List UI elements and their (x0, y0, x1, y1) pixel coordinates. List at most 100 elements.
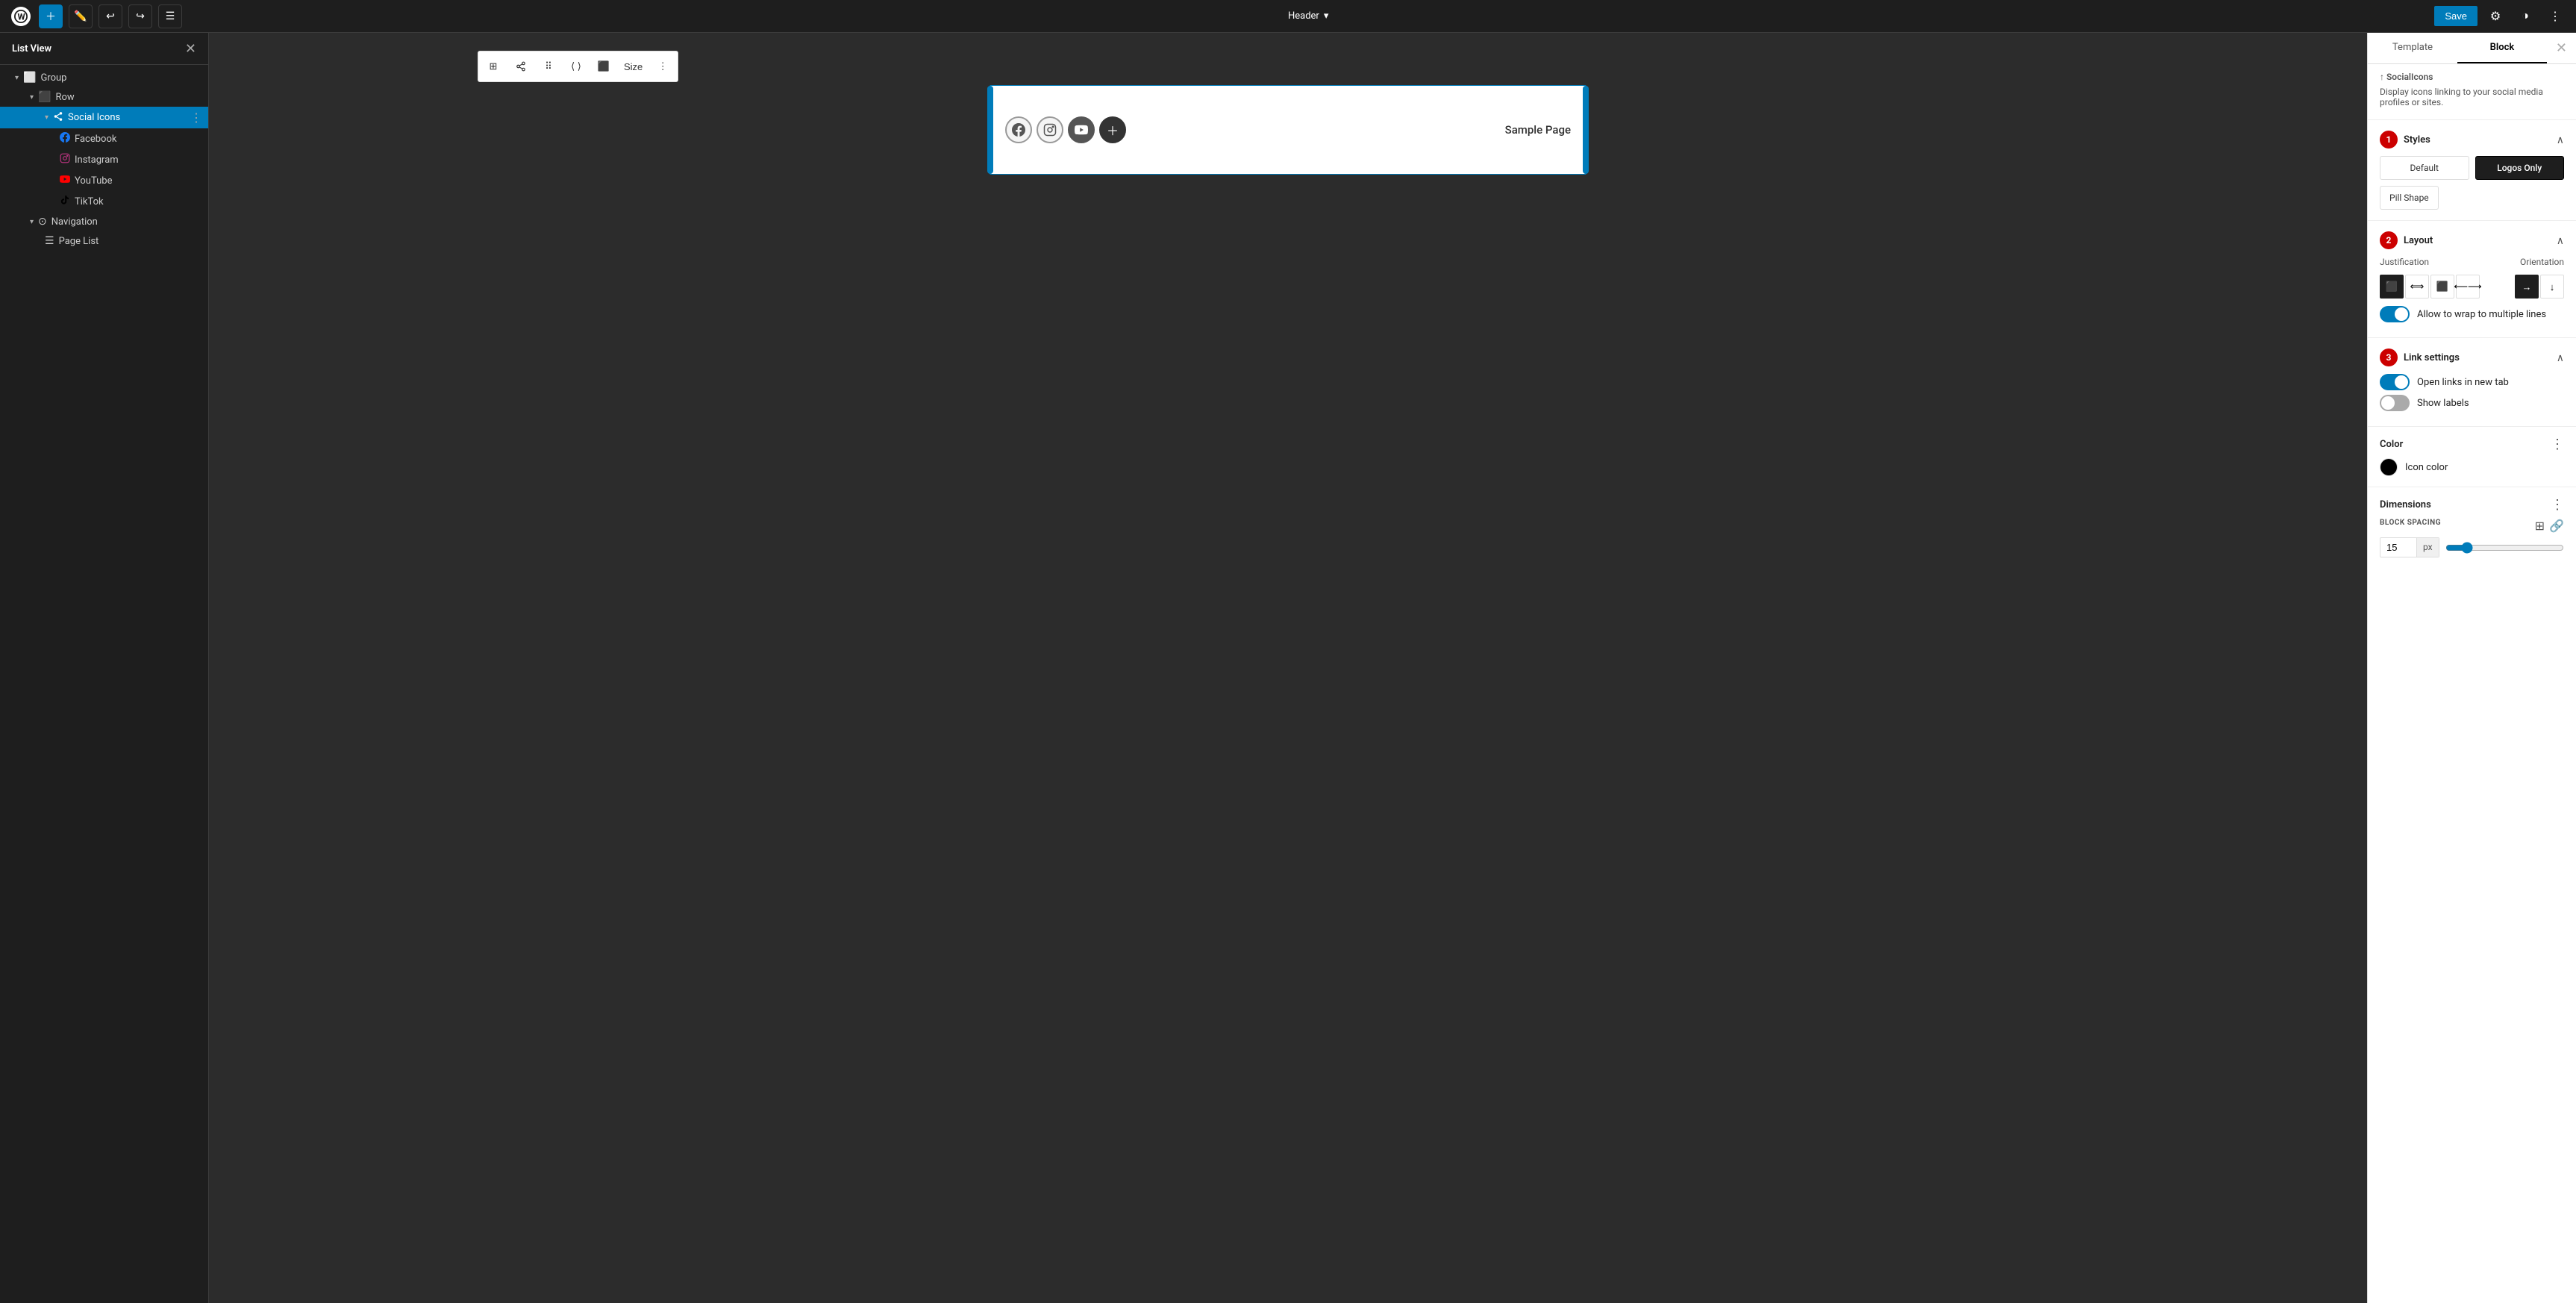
more-options-icon[interactable]: ⋮ (190, 110, 202, 125)
sidebar-item-facebook[interactable]: Facebook (0, 128, 208, 149)
spacing-input[interactable]: 15 (2380, 538, 2416, 557)
tab-block[interactable]: Block (2457, 33, 2547, 63)
link-settings-section: 3 Link settings ∧ Open links in new tab … (2368, 338, 2576, 427)
style-default-button[interactable]: Default (2380, 156, 2469, 180)
sidebar-item-page-list[interactable]: ☰ Page List (0, 231, 208, 251)
facebook-icon (60, 132, 70, 146)
grid-icon[interactable]: ⊞ (2535, 519, 2545, 533)
sidebar-item-tiktok[interactable]: TikTok (0, 191, 208, 212)
align-left-button[interactable]: ⬛ (2380, 275, 2404, 299)
chevron-icon: ▾ (30, 218, 34, 226)
panel-top: Template Block ✕ (2368, 33, 2576, 64)
topbar-right: Save ⚙ ◑ ⋮ (2434, 4, 2567, 28)
orient-vertical-button[interactable]: ↓ (2540, 275, 2564, 299)
youtube-icon (60, 174, 70, 187)
panel-close-button[interactable]: ✕ (2547, 33, 2576, 63)
resize-handle-left[interactable] (987, 86, 993, 174)
show-labels-toggle-row: Show labels (2380, 395, 2564, 411)
align-stretch-button[interactable]: ⟵⟶ (2456, 275, 2480, 299)
navigate-button[interactable]: ⟨ ⟩ (563, 53, 590, 80)
spacing-unit[interactable]: px (2416, 538, 2439, 557)
color-options-button[interactable]: ⋮ (2551, 437, 2564, 451)
spacing-label: BLOCK SPACING (2380, 519, 2441, 527)
topbar-center: Header ▾ (188, 10, 2428, 22)
orient-horizontal-button[interactable]: → (2515, 275, 2539, 299)
block-type-button[interactable]: ⊞ (480, 53, 507, 80)
layout-section: 2 Layout ∧ Justification Orientation ⬛ ⟺… (2368, 221, 2576, 338)
styles-title: Styles (2404, 134, 2430, 146)
facebook-label: Facebook (75, 134, 202, 145)
spacing-row: 15 px (2380, 537, 2564, 557)
style-pill-button[interactable]: Pill Shape (2380, 186, 2439, 210)
sidebar-item-group[interactable]: ▾ ⬜ Group (0, 68, 208, 87)
tiktok-icon (60, 195, 70, 208)
right-panel: Template Block ✕ ↑ SocialIcons Display i… (2367, 33, 2576, 1303)
align-right-button[interactable]: ⬛ (2430, 275, 2454, 299)
list-view-button[interactable]: ☰ (158, 4, 182, 28)
redo-button[interactable]: ↪ (128, 4, 152, 28)
sidebar-item-social-icons[interactable]: ▾ Social Icons ⋮ (0, 107, 208, 128)
contrast-icon[interactable]: ◑ (2513, 4, 2537, 28)
sidebar: List View ✕ ▾ ⬜ Group ▾ ⬛ Row ▾ (0, 33, 209, 1303)
styles-toggle[interactable]: ∧ (2557, 134, 2564, 146)
link-settings-toggle[interactable]: ∧ (2557, 351, 2564, 364)
header-label-text: Header (1288, 10, 1319, 22)
dimensions-header: Dimensions ⋮ (2380, 498, 2564, 511)
resize-handle-right[interactable] (1583, 86, 1589, 174)
social-icons-row: ＋ (1005, 116, 1126, 143)
link-icon[interactable]: 🔗 (2549, 519, 2564, 533)
align-center-button[interactable]: ⟺ (2405, 275, 2429, 299)
header-label[interactable]: Header ▾ (1288, 10, 1328, 22)
sidebar-item-navigation[interactable]: ▾ ⊙ Navigation (0, 212, 208, 231)
align-left-button[interactable]: ⬛ (590, 53, 617, 80)
more-options-button[interactable]: ⋮ (649, 53, 676, 80)
show-labels-label: Show labels (2417, 398, 2469, 409)
youtube-label: YouTube (75, 175, 202, 187)
canvas-facebook-icon[interactable] (1005, 116, 1032, 143)
new-tab-toggle-row: Open links in new tab (2380, 374, 2564, 390)
wrap-toggle-row: Allow to wrap to multiple lines (2380, 306, 2564, 322)
sidebar-item-instagram[interactable]: Instagram (0, 149, 208, 170)
new-tab-toggle[interactable] (2380, 374, 2410, 390)
share-toolbar-icon[interactable] (507, 53, 534, 80)
chevron-icon: ▾ (45, 113, 49, 122)
spacing-slider[interactable] (2445, 542, 2564, 554)
sidebar-close-button[interactable]: ✕ (185, 42, 196, 55)
more-options-icon[interactable]: ⋮ (2543, 4, 2567, 28)
style-logos-only-button[interactable]: Logos Only (2475, 156, 2565, 180)
drag-handle[interactable]: ⠿ (535, 53, 562, 80)
sidebar-item-row[interactable]: ▾ ⬛ Row (0, 87, 208, 107)
sidebar-title: List View (12, 43, 51, 54)
undo-button[interactable]: ↩ (99, 4, 122, 28)
color-title: Color (2380, 439, 2403, 450)
tab-template[interactable]: Template (2368, 33, 2457, 63)
edit-button[interactable]: ✏️ (69, 4, 93, 28)
add-block-button[interactable]: ＋ (39, 4, 63, 28)
orientation-label: Orientation (2520, 257, 2564, 267)
color-section-header: Color ⋮ (2380, 437, 2564, 451)
canvas-youtube-icon[interactable] (1068, 116, 1095, 143)
dimensions-title: Dimensions (2380, 499, 2431, 510)
wrap-toggle[interactable] (2380, 306, 2410, 322)
styles-grid: Default Logos Only (2380, 156, 2564, 180)
canvas-instagram-icon[interactable] (1037, 116, 1063, 143)
orientation-buttons: → ↓ (2515, 275, 2564, 299)
wp-logo[interactable]: W (9, 4, 33, 28)
icon-color-label: Icon color (2405, 462, 2448, 473)
navigation-label: Navigation (51, 216, 202, 228)
dimensions-options-button[interactable]: ⋮ (2551, 498, 2564, 511)
size-button[interactable]: Size (618, 53, 648, 80)
color-section: Color ⋮ Icon color (2368, 427, 2576, 487)
settings-icon[interactable]: ⚙ (2483, 4, 2507, 28)
layout-toggle[interactable]: ∧ (2557, 234, 2564, 247)
show-labels-toggle[interactable] (2380, 395, 2410, 411)
canvas-add-icon[interactable]: ＋ (1099, 116, 1126, 143)
sidebar-item-youtube[interactable]: YouTube (0, 170, 208, 191)
layout-justification-row: Justification Orientation (2380, 257, 2564, 267)
navigation-icon: ⊙ (38, 216, 47, 228)
share-icon (53, 111, 63, 125)
group-icon: ⬜ (23, 72, 36, 84)
icon-color-swatch[interactable] (2380, 458, 2398, 476)
content-block: ＋ Sample Page (990, 85, 1586, 175)
save-button[interactable]: Save (2434, 6, 2477, 26)
